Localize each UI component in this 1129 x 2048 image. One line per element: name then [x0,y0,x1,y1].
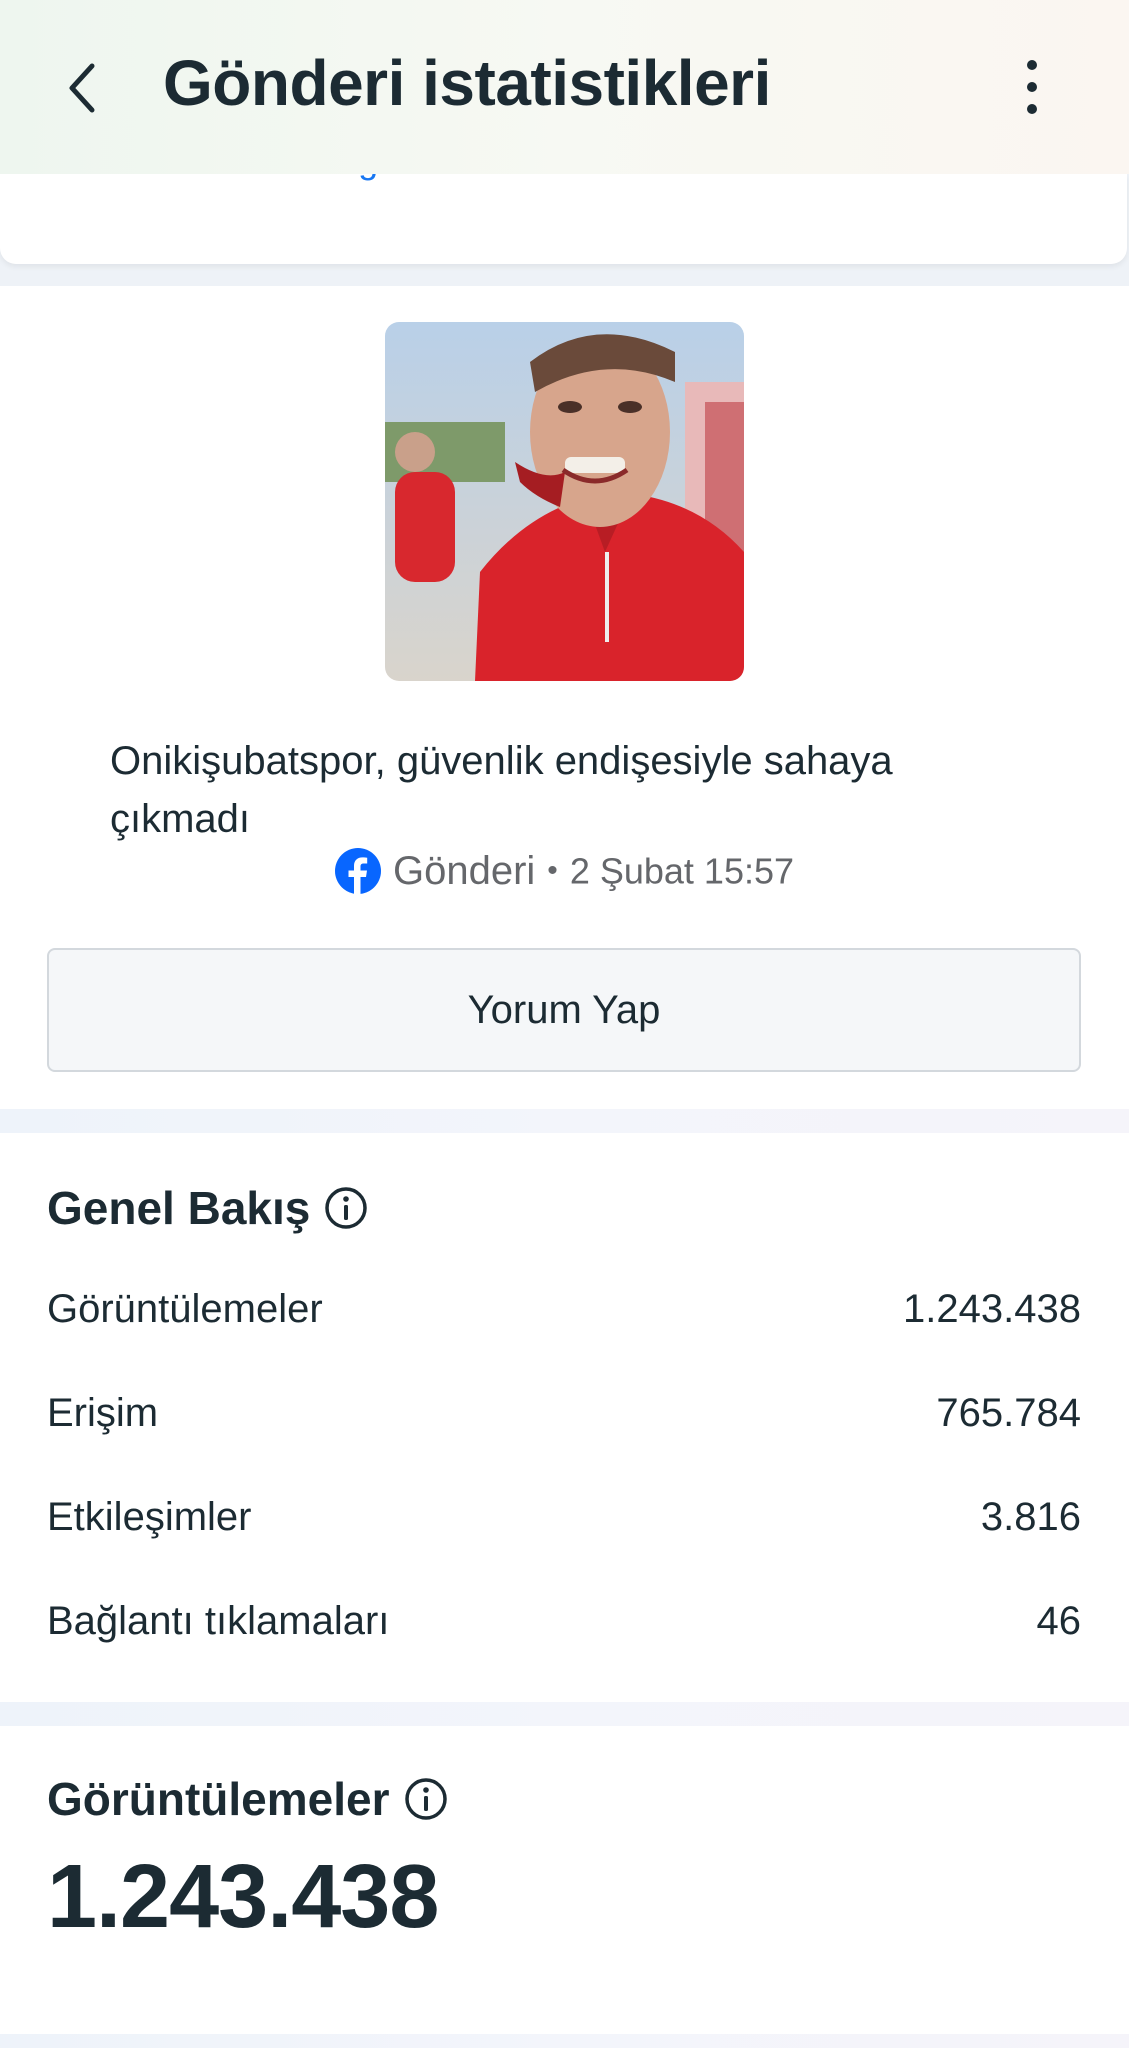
stat-row-engagements: Etkileşimler 3.816 [47,1495,1081,1555]
post-image [385,322,744,681]
comment-button[interactable]: Yorum Yap [47,948,1081,1072]
stat-row-reach: Erişim 765.784 [47,1391,1081,1451]
stat-value: 3.816 [980,1495,1081,1539]
views-total: 1.243.438 [47,1847,439,1947]
post-section: Onikişubatspor, güvenlik endişesiyle sah… [0,286,1129,1109]
stat-row-views: Görüntülemeler 1.243.438 [47,1287,1081,1347]
stat-label: Görüntülemeler [47,1287,323,1331]
info-icon[interactable] [404,1777,448,1821]
meta-separator: • [547,854,558,888]
stat-label: Erişim [47,1391,159,1435]
stat-value: 1.243.438 [903,1287,1081,1331]
stat-label: Etkileşimler [47,1495,252,1539]
top-card-area: Daha fazla bilgi al [0,140,1129,286]
overview-title-text: Genel Bakış [47,1182,311,1234]
stat-row-link-clicks: Bağlantı tıklamaları 46 [47,1599,1081,1659]
post-thumbnail[interactable] [385,322,744,681]
views-section: Görüntülemeler 1.243.438 [0,1726,1129,2034]
views-title-text: Görüntülemeler [47,1773,390,1825]
more-vertical-icon [1012,60,1037,114]
facebook-icon [334,848,381,895]
top-card: Daha fazla bilgi al [0,140,1127,264]
page-title: Gönderi istatistikleri [163,47,771,119]
views-title: Görüntülemeler [47,1772,448,1826]
stat-value: 46 [1036,1599,1082,1643]
post-type-label: Gönderi [392,848,536,893]
app-header: Gönderi istatistikleri [0,0,1129,174]
stat-value: 765.784 [936,1391,1081,1435]
section-divider [0,1702,1129,1726]
stat-label: Bağlantı tıklamaları [47,1599,390,1643]
info-icon[interactable] [324,1186,368,1230]
section-divider [0,1109,1129,1133]
back-button[interactable] [62,58,102,118]
more-options-button[interactable] [1012,60,1037,116]
post-meta: Gönderi • 2 Şubat 15:57 [0,848,1129,895]
chevron-left-icon [69,63,95,113]
post-caption: Onikişubatspor, güvenlik endişesiyle sah… [110,739,893,841]
post-date: 2 Şubat 15:57 [569,850,795,892]
overview-section: Genel Bakış Görüntülemeler 1.243.438 Eri… [0,1133,1129,1702]
overview-title: Genel Bakış [47,1181,368,1235]
section-divider [0,2034,1129,2048]
